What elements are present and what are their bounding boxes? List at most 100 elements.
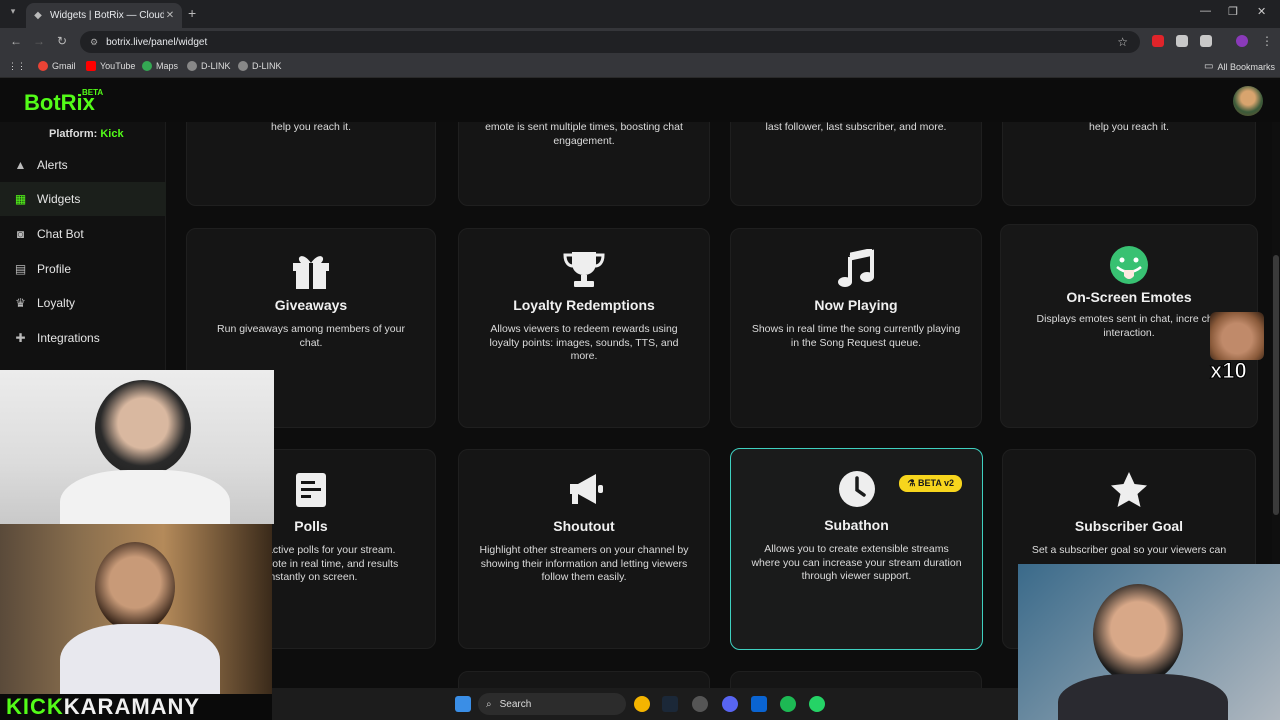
widget-card-partial[interactable]: help you reach it. [1002, 122, 1256, 206]
beta-badge-label: BETA v2 [917, 478, 954, 488]
maximize-icon[interactable]: ❐ [1228, 5, 1238, 18]
extensions-puzzle-icon[interactable] [1200, 35, 1212, 47]
widget-card-shoutout[interactable]: Shoutout Highlight other streamers on yo… [458, 449, 710, 649]
webcam-overlay-3 [1018, 564, 1280, 720]
extension-icon[interactable] [1152, 35, 1164, 47]
widget-card-partial[interactable]: last follower, last subscriber, and more… [730, 122, 982, 206]
maps-icon [142, 61, 152, 71]
bookmark-dlink-1[interactable]: D-LINK [187, 61, 231, 71]
widget-card-title: Now Playing [814, 297, 898, 313]
bookmark-maps[interactable]: Maps [142, 61, 178, 71]
apps-grid-icon[interactable]: ⋮⋮ [8, 61, 26, 72]
sidebar-item-label: Loyalty [37, 296, 76, 310]
bookmark-gmail[interactable]: Gmail [38, 61, 76, 71]
streamer-face [1093, 584, 1183, 684]
bookmark-youtube[interactable]: YouTube [86, 61, 135, 71]
tongue-emoji-icon [1110, 246, 1148, 284]
grid-icon: ▦ [14, 191, 27, 206]
sidebar-item-widgets[interactable]: ▦ Widgets [0, 182, 166, 216]
music-note-icon [838, 249, 874, 287]
widget-card-subathon[interactable]: ⚗ BETA v2 Subathon Allows you to create … [730, 448, 983, 650]
menu-kebab-icon[interactable]: ⋮ [1261, 34, 1273, 48]
widget-card-partial[interactable]: emote is sent multiple times, boosting c… [458, 122, 710, 206]
streamer-face [95, 380, 191, 476]
widget-card-partial[interactable]: help you reach it. [186, 122, 436, 206]
widget-card-desc: Highlight other streamers on your channe… [479, 544, 689, 583]
shield-extension-icon[interactable] [1176, 35, 1188, 47]
widget-card-desc: Shows in real time the song currently pl… [751, 323, 961, 349]
profile-icon[interactable] [1236, 35, 1248, 47]
tab-search-icon[interactable]: ▾ [6, 6, 20, 20]
tab-title: Widgets | BotRix — Cloud Stre... [50, 10, 164, 21]
sidebar-item-label: Alerts [37, 158, 68, 172]
bookmark-label: D-LINK [252, 61, 282, 71]
close-tab-icon[interactable]: ✕ [164, 10, 176, 21]
user-avatar[interactable] [1233, 86, 1263, 116]
sidebar-item-label: Chat Bot [37, 227, 84, 241]
widget-card-title: Subscriber Goal [1074, 518, 1184, 534]
taskbar-search[interactable]: ⌕ Search [478, 693, 626, 715]
whatsapp-icon[interactable] [809, 696, 825, 712]
emote-multiplier: x10 [1210, 358, 1248, 384]
bookmark-label: YouTube [100, 61, 136, 71]
sidebar-item-loyalty[interactable]: ♛ Loyalty [0, 286, 166, 320]
sidebar-item-label: Integrations [37, 331, 100, 345]
widget-card-desc: help you reach it. [1089, 122, 1169, 133]
gift-icon [293, 256, 329, 289]
all-bookmarks[interactable]: ▭ All Bookmarks [1204, 61, 1275, 72]
widget-card-desc: Allows you to create extensible streams … [751, 543, 962, 582]
puzzle-icon: ✚ [15, 330, 26, 345]
chrome-icon[interactable] [634, 696, 650, 712]
all-bookmarks-label: All Bookmarks [1217, 61, 1275, 72]
bookmark-dlink-2[interactable]: D-LINK [238, 61, 282, 71]
mail-icon[interactable] [751, 696, 767, 712]
spotify-icon[interactable] [780, 696, 796, 712]
steam-icon[interactable] [662, 696, 678, 712]
sidebar-item-chat-bot[interactable]: ◙ Chat Bot [0, 217, 166, 251]
widget-card-partial[interactable] [730, 671, 982, 688]
beta-badge: ⚗ BETA v2 [899, 475, 962, 492]
site-info-icon[interactable]: ⚙ [90, 37, 98, 48]
browser-tab[interactable]: ◆ Widgets | BotRix — Cloud Stre... ✕ [26, 3, 182, 28]
back-icon[interactable]: ← [10, 34, 22, 48]
sidebar-item-profile[interactable]: ▤ Profile [0, 252, 166, 286]
browser-toolbar: ← → ↻ ⚙ botrix.live/panel/widget ☆ ⋮ [0, 28, 1280, 56]
discord-icon[interactable] [722, 696, 738, 712]
address-bar[interactable]: ⚙ botrix.live/panel/widget ☆ [80, 31, 1140, 53]
streamer-face [95, 542, 175, 632]
platform-value: Kick [100, 128, 124, 140]
windows-taskbar: ⌕ Search [272, 688, 1018, 720]
widget-card-title: Subathon [824, 517, 889, 533]
sidebar-item-alerts[interactable]: ▲ Alerts [0, 148, 166, 182]
windows-start-icon[interactable] [455, 696, 471, 712]
emote-image [1210, 312, 1264, 360]
sidebar-item-integrations[interactable]: ✚ Integrations [0, 321, 166, 355]
widget-card-title: Loyalty Redemptions [513, 297, 655, 313]
kick-logo-text: KICK [6, 694, 64, 719]
screen: ▾ ◆ Widgets | BotRix — Cloud Stre... ✕ +… [0, 0, 1280, 720]
star-icon [1111, 472, 1147, 507]
widget-card-title: Shoutout [553, 518, 615, 534]
webcam-overlay-2 [0, 524, 272, 694]
app-header: BotRix BETA [0, 80, 1280, 122]
close-window-icon[interactable]: ✕ [1257, 5, 1266, 18]
bookmark-star-icon[interactable]: ☆ [1117, 35, 1128, 49]
platform-indicator: Platform: Kick [49, 128, 124, 140]
settings-icon[interactable] [692, 696, 708, 712]
streamer-shirt [1058, 674, 1228, 720]
scrollbar-thumb[interactable] [1273, 255, 1279, 515]
new-tab-icon[interactable]: + [188, 5, 196, 21]
forward-icon[interactable]: → [33, 34, 45, 48]
minimize-icon[interactable]: — [1200, 5, 1211, 17]
widget-card-now-playing[interactable]: Now Playing Shows in real time the song … [730, 228, 982, 428]
widget-card-title: On-Screen Emotes [1066, 289, 1192, 305]
widget-card-partial[interactable] [458, 671, 710, 688]
bookmark-label: D-LINK [201, 61, 231, 71]
widget-card-desc: last follower, last subscriber, and more… [765, 122, 947, 133]
widget-card-desc: Allows viewers to redeem rewards using l… [489, 323, 679, 362]
widget-card-desc: active polls for your stream. vote in re… [267, 544, 399, 583]
widget-card-loyalty-redemptions[interactable]: Loyalty Redemptions Allows viewers to re… [458, 228, 710, 428]
youtube-icon [86, 61, 96, 71]
reload-icon[interactable]: ↻ [57, 34, 67, 48]
widget-card-title: Giveaways [274, 297, 348, 313]
